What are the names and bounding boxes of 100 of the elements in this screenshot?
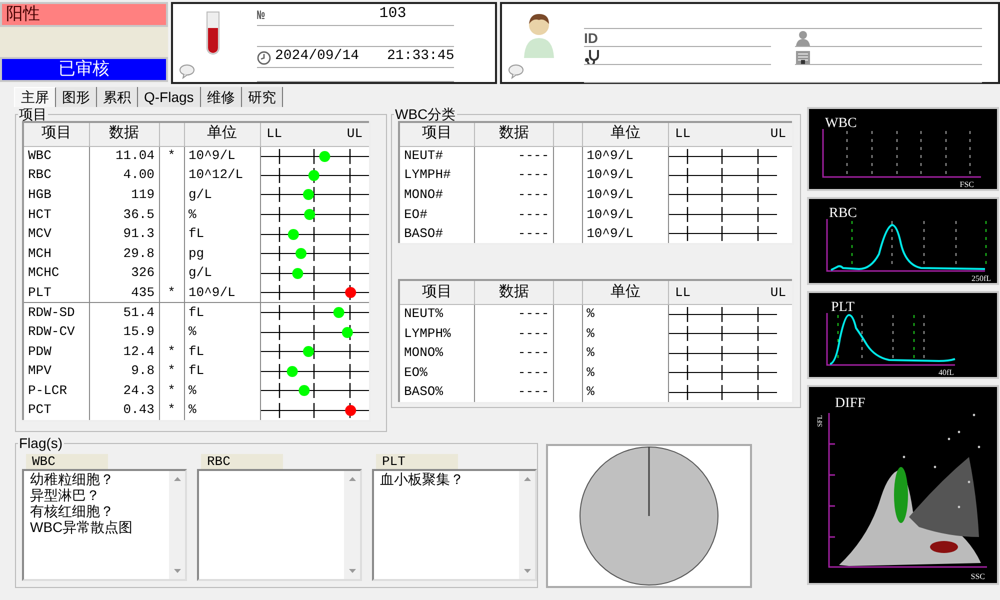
- list-item: 血小板聚集？: [380, 471, 465, 487]
- table-cell: ----: [474, 224, 554, 244]
- table-cell: %: [184, 322, 260, 342]
- column-header: 单位: [582, 122, 668, 146]
- table-cell: NEUT#: [399, 146, 474, 166]
- table-cell: 11.04: [89, 146, 159, 166]
- table-cell: 10^9/L: [582, 224, 668, 244]
- table-cell: 29.8: [89, 244, 159, 264]
- sample-date: 2024/09/14: [275, 47, 360, 66]
- test-tube-icon: [205, 10, 221, 56]
- table-cell: %: [582, 382, 668, 403]
- table-cell: *: [159, 362, 184, 382]
- tab[interactable]: 主屏: [14, 87, 56, 107]
- table-cell: %: [582, 324, 668, 344]
- axis-label: 250fL: [971, 274, 991, 283]
- table-cell: RBC: [23, 166, 89, 186]
- table-cell: P-LCR: [23, 381, 89, 401]
- table-cell: ----: [474, 166, 554, 186]
- tab[interactable]: Q-Flags: [138, 87, 201, 107]
- table-cell: 119: [89, 185, 159, 205]
- table-cell: BASO#: [399, 224, 474, 244]
- id-label: ID: [584, 31, 598, 46]
- table-cell: EO#: [399, 204, 474, 224]
- table-cell: 10^12/L: [184, 166, 260, 186]
- stethoscope-icon: [584, 49, 600, 64]
- table-cell: ----: [474, 363, 554, 383]
- column-header: UL: [346, 125, 362, 144]
- list-title: WBC: [26, 454, 108, 469]
- chat-icon: [508, 64, 524, 79]
- table-cell: 10^9/L: [184, 283, 260, 303]
- flag-list[interactable]: 幼稚粒细胞？ 异型淋巴？ 有核红细胞？ WBC异常散点图: [22, 469, 187, 581]
- table-cell: ----: [474, 185, 554, 205]
- tab[interactable]: 累积: [97, 87, 138, 107]
- chat-icon: [179, 64, 195, 79]
- column-header: 数据: [474, 280, 554, 304]
- table-cell: g/L: [184, 185, 260, 205]
- graph-title: WBC: [825, 116, 857, 131]
- scroll-down-icon[interactable]: [174, 569, 180, 573]
- sample-number: 103: [379, 4, 406, 24]
- table-cell: *: [159, 400, 184, 421]
- scroll-down-icon[interactable]: [348, 569, 356, 573]
- column-header: 数据: [474, 122, 554, 146]
- table-cell: MCHC: [23, 264, 89, 284]
- table-cell: HGB: [23, 185, 89, 205]
- column-header: 单位: [184, 122, 260, 146]
- table-cell: NEUT%: [399, 304, 474, 324]
- table-cell: %: [184, 400, 260, 421]
- column-header: LL: [674, 125, 691, 144]
- table-cell: PDW: [23, 342, 89, 362]
- table-cell: 91.3: [89, 224, 159, 244]
- table-cell: 36.5: [89, 204, 159, 224]
- table-cell: %: [184, 204, 260, 224]
- table-cell: %: [582, 304, 668, 324]
- table-cell: ----: [474, 382, 554, 403]
- flag-list[interactable]: [197, 469, 362, 581]
- group-title: WBC分类: [394, 107, 457, 121]
- clock-icon: [257, 51, 271, 65]
- result-status: 阳性: [0, 2, 168, 27]
- column-header: LL: [266, 125, 282, 144]
- axis-label: FSC: [960, 180, 974, 189]
- tab[interactable]: 研究: [242, 87, 283, 107]
- sample-time: 21:33:45: [387, 47, 454, 66]
- avatar-icon: [522, 12, 556, 58]
- table-cell: g/L: [184, 264, 260, 284]
- building-icon: [795, 49, 811, 64]
- scroll-down-icon[interactable]: [524, 569, 530, 573]
- tab[interactable]: 维修: [200, 87, 242, 107]
- table-cell: 10^9/L: [582, 166, 668, 186]
- table-cell: MONO%: [399, 344, 474, 364]
- list-item: WBC异常散点图: [30, 519, 134, 535]
- scroll-up-icon[interactable]: [524, 477, 530, 481]
- table-cell: RDW-SD: [23, 302, 89, 322]
- scroll-up-icon[interactable]: [348, 477, 356, 481]
- table-cell: 9.8: [89, 362, 159, 382]
- table-cell: 0.43: [89, 400, 159, 421]
- table-cell: *: [159, 381, 184, 401]
- table-cell: %: [582, 363, 668, 383]
- table-cell: 435: [89, 283, 159, 303]
- scroll-up-icon[interactable]: [174, 477, 180, 481]
- column-header: 项目: [23, 122, 89, 146]
- flag-list[interactable]: 血小板聚集？: [372, 469, 537, 581]
- column-header: LL: [674, 284, 691, 302]
- list-item: 幼稚粒细胞？: [30, 471, 115, 487]
- table-cell: ----: [474, 146, 554, 166]
- graph-title: RBC: [829, 206, 858, 221]
- review-status: 已审核: [0, 57, 168, 82]
- column-header: 项目: [399, 280, 474, 304]
- table-cell: 4.00: [89, 166, 159, 186]
- column-header: UL: [770, 125, 786, 144]
- list-title: RBC: [201, 454, 283, 469]
- tab[interactable]: 图形: [56, 87, 97, 107]
- table-cell: fL: [184, 302, 260, 322]
- table-cell: fL: [184, 224, 260, 244]
- table-cell: %: [184, 381, 260, 401]
- graph-title: DIFF: [835, 396, 866, 411]
- table-cell: 326: [89, 264, 159, 284]
- table-cell: LYMPH#: [399, 166, 474, 186]
- table-cell: RDW-CV: [23, 322, 89, 342]
- axis-label: 40fL: [938, 368, 954, 377]
- table-cell: MONO#: [399, 185, 474, 205]
